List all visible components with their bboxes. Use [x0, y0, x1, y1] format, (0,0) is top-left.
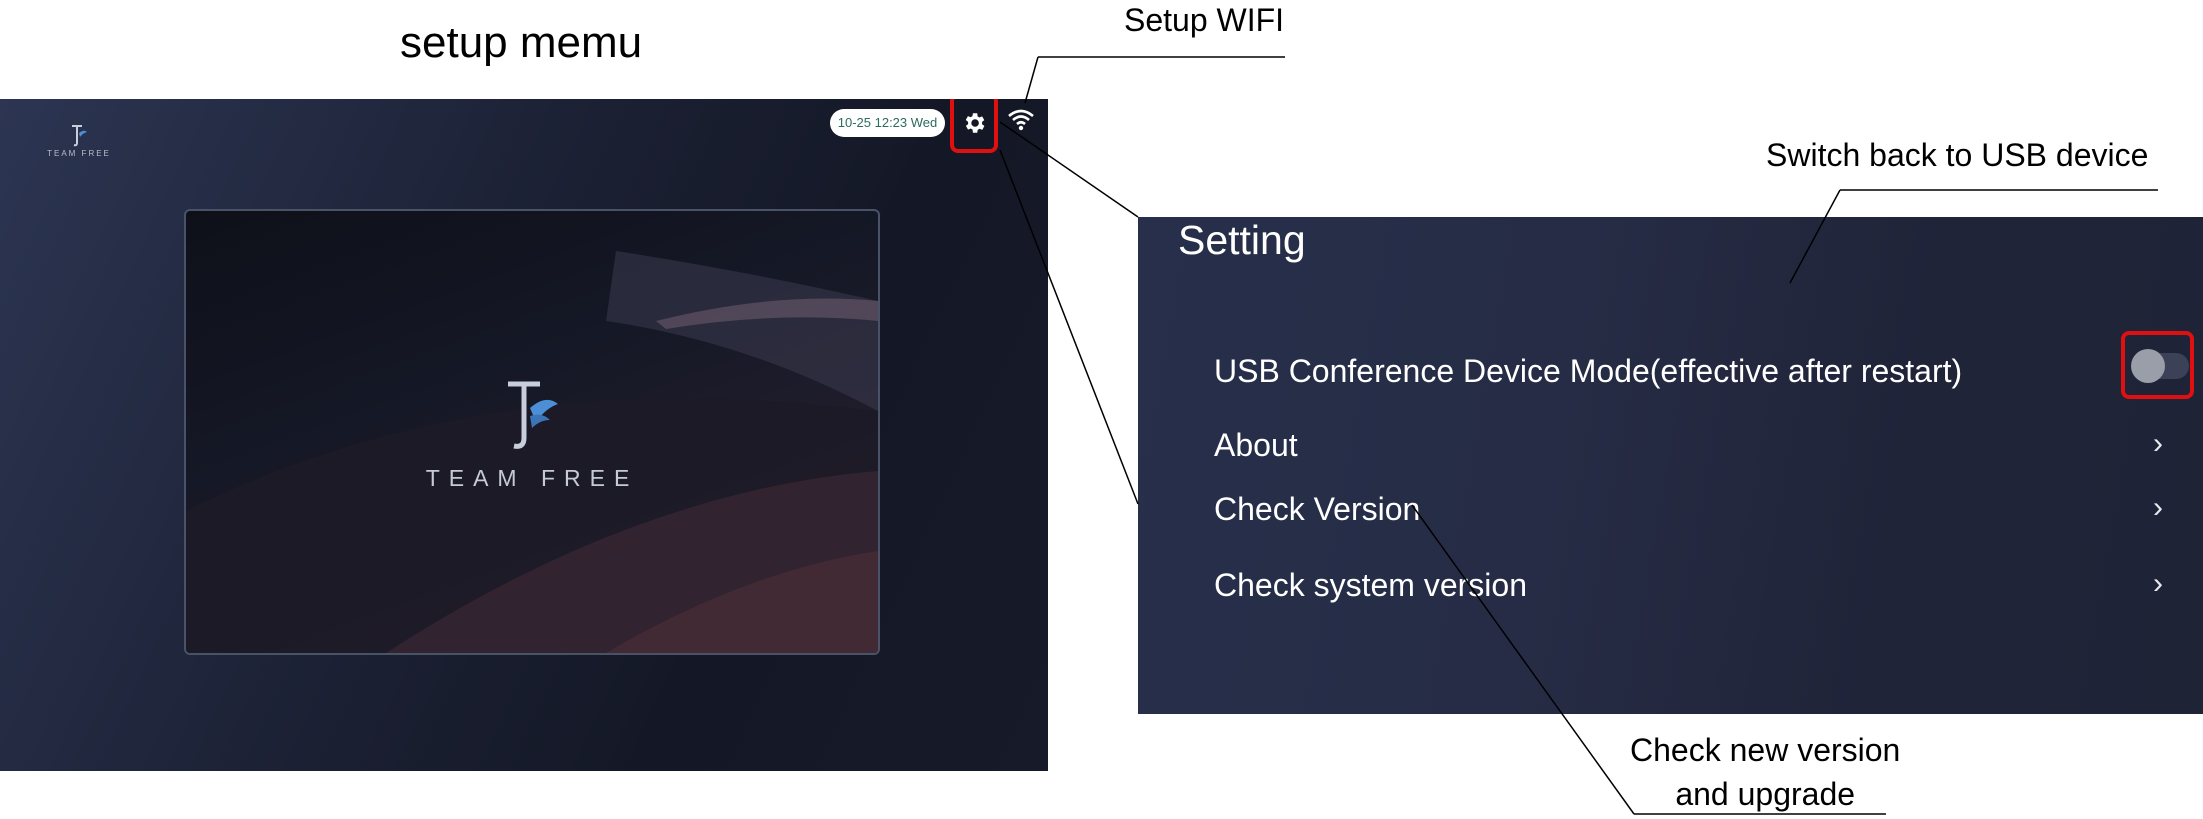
- usb-leader-diagonal: [1789, 189, 1841, 284]
- check-leader-diagonal: [1411, 504, 1635, 815]
- callout-leader-lines: [999, 56, 2158, 815]
- wifi-leader-diagonal: [1024, 56, 1039, 104]
